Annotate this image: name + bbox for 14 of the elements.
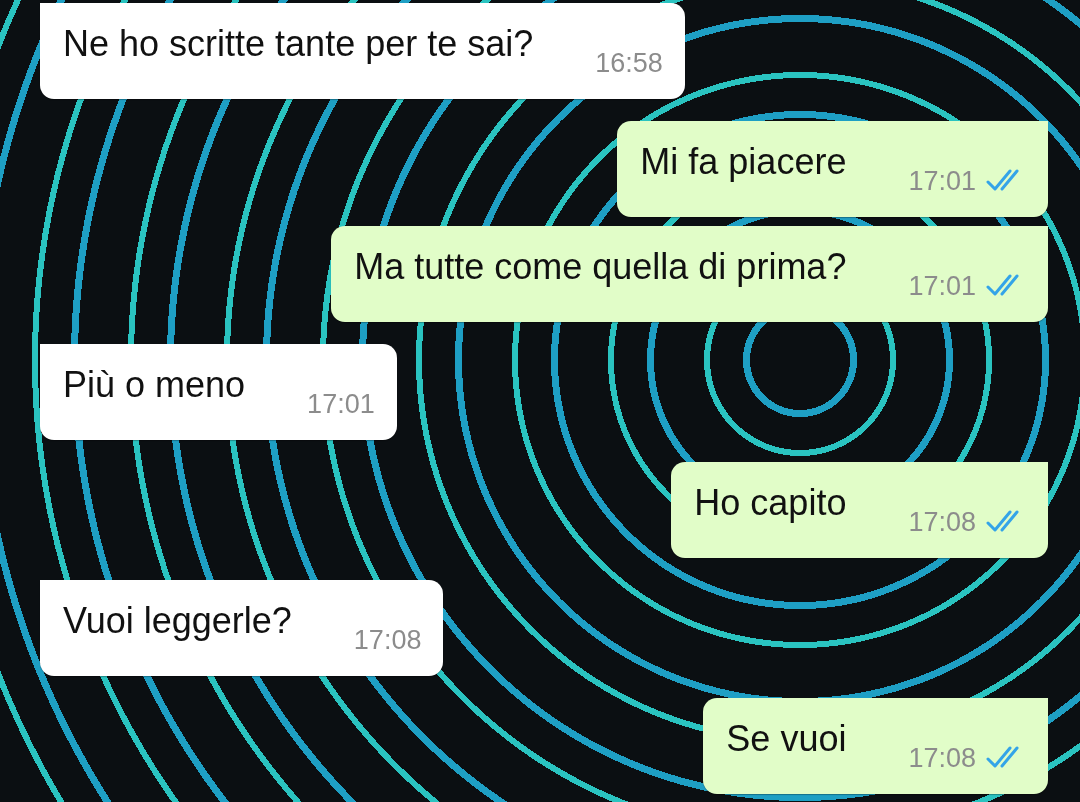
message-text: Ho capito xyxy=(694,482,847,524)
message-time: 17:01 xyxy=(908,270,976,302)
message-time: 17:08 xyxy=(908,506,976,538)
message-time: 17:01 xyxy=(908,165,976,197)
message-time: 17:01 xyxy=(307,388,375,420)
message-text: Più o meno xyxy=(63,364,246,406)
message-text: Vuoi leggerle? xyxy=(63,600,292,642)
message-time: 16:58 xyxy=(595,47,663,79)
message-time: 17:08 xyxy=(353,624,422,656)
message-text: Se vuoi xyxy=(726,718,847,760)
message-text: Ne ho scritte tante per te sai? xyxy=(63,23,534,65)
message-time: 17:08 xyxy=(908,742,976,774)
message-text: Mi fa piacere xyxy=(640,141,847,183)
message-text: Ma tutte come quella di prima? xyxy=(354,246,847,288)
